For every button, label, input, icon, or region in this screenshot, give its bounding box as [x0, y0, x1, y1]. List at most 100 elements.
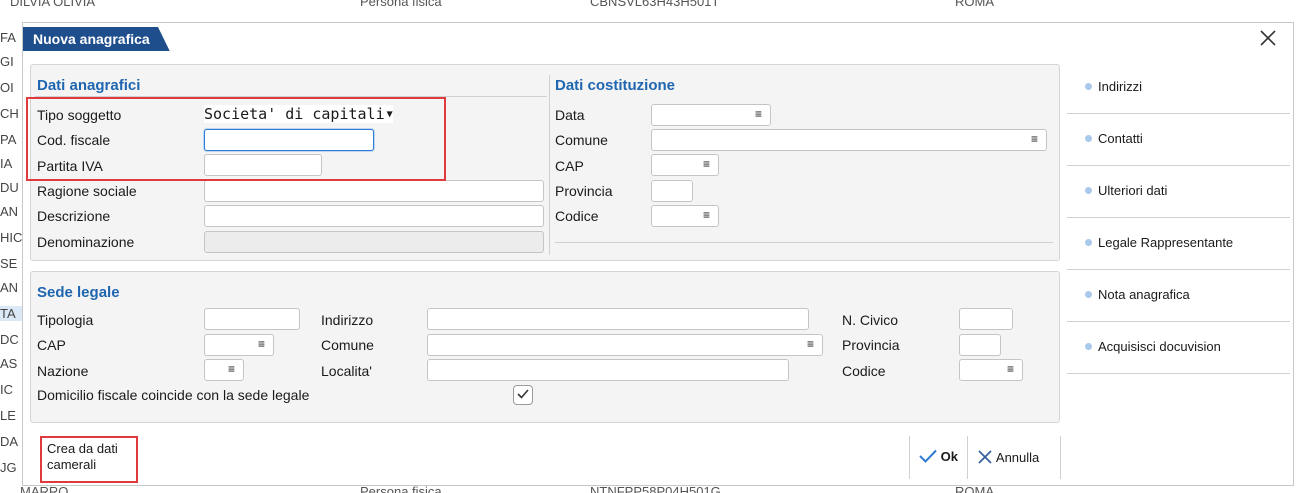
- denominazione-label: Denominazione: [37, 234, 135, 250]
- sidebar-item-label: Acquisisci docuvision: [1098, 339, 1221, 354]
- sidebar-item-label: Ulteriori dati: [1098, 183, 1168, 198]
- divider: [555, 242, 1053, 243]
- bg-cell: TA: [0, 306, 22, 321]
- close-icon[interactable]: [1257, 27, 1279, 49]
- data-input[interactable]: ≡: [651, 104, 771, 126]
- check-icon: [919, 449, 937, 463]
- bg-cell: DA: [0, 434, 19, 449]
- field-menu-icon[interactable]: ≡: [703, 157, 710, 171]
- sidebar-item-indirizzi[interactable]: Indirizzi: [1067, 63, 1290, 114]
- annulla-label: Annulla: [995, 450, 1040, 465]
- field-menu-icon[interactable]: ≡: [703, 208, 710, 222]
- divider: [1060, 436, 1061, 479]
- denominazione-input: [204, 231, 544, 253]
- highlight-box-crea-button: [40, 436, 138, 483]
- bg-cell: IA: [0, 156, 13, 171]
- section-title-sede-legale: Sede legale: [37, 284, 120, 301]
- field-menu-icon[interactable]: ≡: [755, 107, 762, 121]
- sidebar-item-ulteriori-dati[interactable]: Ulteriori dati: [1067, 167, 1290, 218]
- domicilio-checkbox[interactable]: [513, 385, 533, 405]
- sidebar-item-label: Contatti: [1098, 131, 1143, 146]
- section-title-dati-anagrafici: Dati anagrafici: [37, 77, 141, 94]
- bullet-icon: [1085, 343, 1092, 350]
- sidebar-item-legale-rappresentante[interactable]: Legale Rappresentante: [1067, 219, 1290, 270]
- localita-input[interactable]: [427, 359, 789, 381]
- bg-cell: CH: [0, 106, 19, 121]
- sidebar-item-label: Nota anagrafica: [1098, 287, 1190, 302]
- cap-input[interactable]: ≡: [651, 154, 719, 176]
- bullet-icon: [1085, 291, 1092, 298]
- sede-comune-input[interactable]: ≡: [427, 334, 823, 356]
- bg-cell: LE: [0, 408, 16, 423]
- vertical-divider: [549, 75, 550, 255]
- bg-cell: AN: [0, 280, 19, 295]
- provincia-input[interactable]: [651, 180, 693, 202]
- bg-cell: DC: [0, 332, 19, 347]
- indirizzo-label: Indirizzo: [321, 312, 374, 328]
- sede-comune-label: Comune: [321, 337, 374, 353]
- dialog-titlebar: Nuova anagrafica: [23, 23, 1293, 53]
- nuova-anagrafica-dialog: Nuova anagrafica Dati anagrafici Tipo so…: [22, 22, 1294, 486]
- bg-cell: OI: [0, 80, 14, 95]
- sidebar-item-contatti[interactable]: Contatti: [1067, 115, 1290, 166]
- field-menu-icon[interactable]: ≡: [1007, 362, 1014, 376]
- sede-legale-panel: Sede legale Tipologia Indirizzo N. Civic…: [30, 271, 1060, 423]
- provincia-label: Provincia: [555, 183, 613, 199]
- section-title-dati-costituzione: Dati costituzione: [555, 77, 676, 94]
- bg-cell: GI: [0, 54, 14, 69]
- field-menu-icon[interactable]: ≡: [258, 337, 265, 351]
- divider: [909, 436, 910, 479]
- bg-cell: FA: [0, 30, 16, 45]
- bg-cell: ROMA: [955, 0, 994, 9]
- ragione-sociale-label: Ragione sociale: [37, 183, 137, 199]
- bg-cell: JG: [0, 460, 17, 475]
- bg-cell: AN: [0, 204, 19, 219]
- divider: [967, 436, 968, 479]
- ragione-sociale-input[interactable]: [204, 180, 544, 202]
- sede-cap-input[interactable]: ≡: [204, 334, 274, 356]
- field-menu-icon[interactable]: ≡: [228, 362, 235, 376]
- bullet-icon: [1085, 187, 1092, 194]
- tipologia-input[interactable]: [204, 308, 300, 330]
- bg-cell: Persona fisica: [360, 0, 442, 9]
- localita-label: Localita': [321, 363, 372, 379]
- sidebar-item-nota-anagrafica[interactable]: Nota anagrafica: [1067, 271, 1290, 322]
- n-civico-input[interactable]: [959, 308, 1013, 330]
- bg-cell: CBNSVL63H43H501T: [590, 0, 720, 9]
- comune-input[interactable]: ≡: [651, 129, 1047, 151]
- codice-label: Codice: [555, 208, 599, 224]
- annulla-button[interactable]: Annulla: [977, 449, 1039, 465]
- codice-input[interactable]: ≡: [651, 205, 719, 227]
- comune-label: Comune: [555, 132, 608, 148]
- bg-cell: HIC: [0, 230, 22, 245]
- descrizione-label: Descrizione: [37, 208, 111, 224]
- sidebar-item-acquisisci-docuvision[interactable]: Acquisisci docuvision: [1067, 323, 1290, 374]
- bullet-icon: [1085, 239, 1092, 246]
- highlight-box-identity-fields: [26, 97, 446, 181]
- nazione-label: Nazione: [37, 363, 89, 379]
- ok-label: Ok: [940, 449, 958, 464]
- domicilio-label: Domicilio fiscale coincide con la sede l…: [37, 387, 310, 403]
- nazione-input[interactable]: ≡: [204, 359, 244, 381]
- sede-codice-input[interactable]: ≡: [959, 359, 1023, 381]
- bg-cell: DILVIA OLIVIA: [10, 0, 96, 9]
- cap-label: CAP: [555, 158, 584, 174]
- checkmark-icon: [517, 389, 529, 399]
- sede-cap-label: CAP: [37, 337, 66, 353]
- field-menu-icon[interactable]: ≡: [1031, 132, 1038, 146]
- sidebar-item-label: Legale Rappresentante: [1098, 235, 1234, 250]
- bullet-icon: [1085, 135, 1092, 142]
- field-menu-icon[interactable]: ≡: [807, 337, 814, 351]
- close-icon: [978, 450, 992, 464]
- data-label: Data: [555, 107, 585, 123]
- ok-button[interactable]: Ok: [919, 449, 958, 464]
- sede-provincia-label: Provincia: [842, 337, 900, 353]
- bg-cell: DU: [0, 180, 19, 195]
- indirizzo-input[interactable]: [427, 308, 809, 330]
- descrizione-input[interactable]: [204, 205, 544, 227]
- background-row-top: DILVIA OLIVIA Persona fisica CBNSVL63H43…: [0, 0, 1296, 14]
- tipologia-label: Tipologia: [37, 312, 94, 328]
- n-civico-label: N. Civico: [842, 312, 899, 328]
- bullet-icon: [1085, 83, 1092, 90]
- sede-provincia-input[interactable]: [959, 334, 1001, 356]
